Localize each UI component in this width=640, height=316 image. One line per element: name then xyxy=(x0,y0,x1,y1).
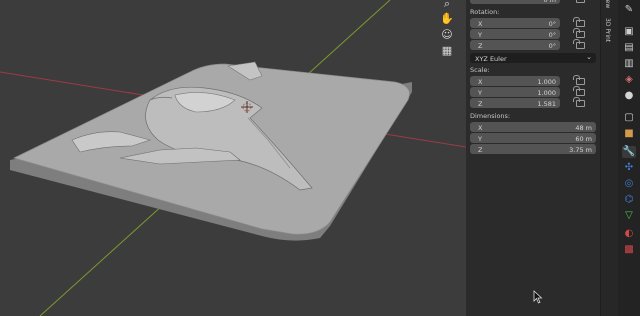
tab-3d-print[interactable]: 3D Print xyxy=(604,18,611,42)
sidebar-tabs: iew 3D Print xyxy=(600,0,619,316)
rotation-x-field[interactable]: X 0° xyxy=(470,18,560,28)
location-z-lock-icon[interactable] xyxy=(576,0,585,3)
camera-icon[interactable]: ☺ xyxy=(438,28,456,42)
scale-x-field[interactable]: X 1.000 xyxy=(470,76,560,86)
physics-icon[interactable]: ◎ xyxy=(622,178,636,190)
chevron-down-icon: ⌄ xyxy=(586,53,592,61)
location-z-field[interactable]: 0 m xyxy=(470,0,560,4)
constraint-icon[interactable]: ⌬ xyxy=(622,194,636,206)
dimensions-y-field[interactable]: Y 60 m xyxy=(470,133,596,143)
scene-icon[interactable]: ◈ xyxy=(622,74,636,86)
hand-icon[interactable]: ✋ xyxy=(438,12,456,26)
object-icon[interactable]: ■ xyxy=(622,128,636,140)
zoom-icon[interactable]: ⌕ xyxy=(438,0,456,11)
scale-z-lock-icon[interactable] xyxy=(573,97,585,107)
render-icon[interactable]: ▣ xyxy=(622,26,636,38)
viewport-scene xyxy=(0,0,466,316)
dimensions-z-field[interactable]: Z 3.75 m xyxy=(470,144,596,154)
rotation-z-field[interactable]: Z 0° xyxy=(470,40,560,50)
grid-icon[interactable]: ▦ xyxy=(438,44,456,58)
scale-z-field[interactable]: Z 1.581 xyxy=(470,98,560,108)
rotation-x-lock-icon[interactable] xyxy=(573,17,585,27)
scale-x-lock-icon[interactable] xyxy=(573,75,585,85)
view-layer-icon[interactable]: ▥ xyxy=(622,58,636,70)
rotation-y-lock-icon[interactable] xyxy=(573,28,585,38)
world-icon[interactable]: ● xyxy=(622,90,636,102)
tab-view[interactable]: iew xyxy=(604,0,611,8)
data-icon[interactable]: ▽ xyxy=(622,210,636,222)
material-icon[interactable]: ◐ xyxy=(622,228,636,240)
collection-icon[interactable]: ▢ xyxy=(622,112,636,124)
rotation-y-field[interactable]: Y 0° xyxy=(470,29,560,39)
mouse-pointer-icon xyxy=(533,290,543,304)
dimensions-x-field[interactable]: X 48 m xyxy=(470,122,596,132)
3d-viewport[interactable]: ⌕ ✋ ☺ ▦ xyxy=(0,0,466,316)
dimensions-label: Dimensions: xyxy=(470,112,511,120)
tool-icon[interactable]: ✎ xyxy=(622,4,636,16)
modifier-wrench-icon[interactable]: 🔧 xyxy=(622,146,636,158)
transform-panel: 0 m Rotation: X0° Y0° Z0° XYZ Euler⌄ Sca… xyxy=(466,0,600,316)
rotation-mode-select[interactable]: XYZ Euler ⌄ xyxy=(470,53,596,63)
scale-y-lock-icon[interactable] xyxy=(573,86,585,96)
rotation-label: Rotation: xyxy=(470,8,500,16)
particles-icon[interactable]: ✣ xyxy=(622,162,636,174)
texture-icon[interactable]: ▩ xyxy=(622,244,636,256)
scale-label: Scale: xyxy=(470,66,490,74)
properties-tabs: ✎ ▣ ▤ ▥ ◈ ● ▢ ■ 🔧 ✣ ◎ ⌬ ▽ ◐ ▩ xyxy=(618,0,640,316)
output-icon[interactable]: ▤ xyxy=(622,42,636,54)
rotation-z-lock-icon[interactable] xyxy=(573,39,585,49)
scale-y-field[interactable]: Y 1.000 xyxy=(470,87,560,97)
